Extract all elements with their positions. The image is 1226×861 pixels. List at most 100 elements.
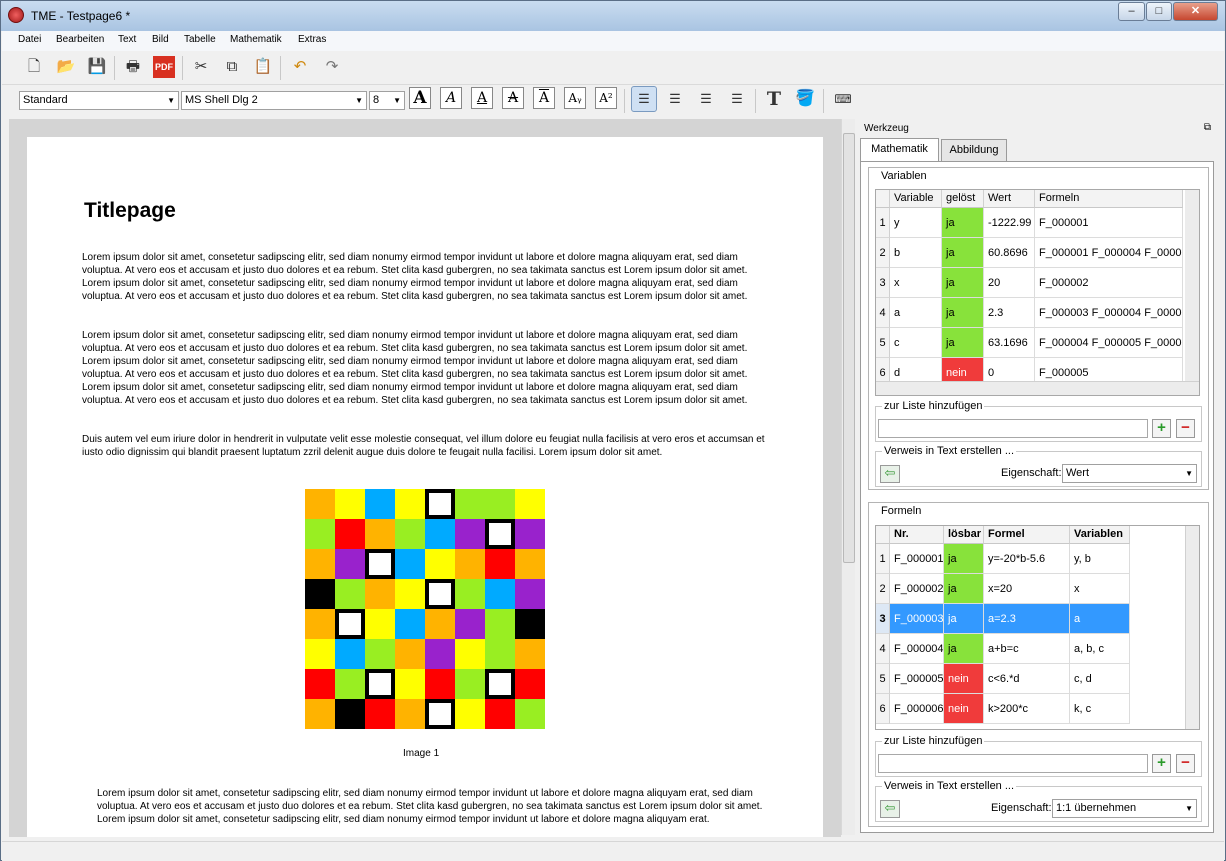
menu-text[interactable]: Text (118, 34, 136, 45)
tab-mathematik[interactable]: Mathematik (860, 138, 939, 162)
table-cell[interactable]: -1222.99 (984, 208, 1035, 238)
menu-bild[interactable]: Bild (152, 34, 169, 45)
table-cell[interactable]: F_000004 (890, 634, 944, 664)
align-center-button[interactable]: ☰ (662, 87, 688, 113)
table-cell[interactable]: y=-20*b-5.6 (984, 544, 1070, 574)
table-cell[interactable]: F_000002 (890, 574, 944, 604)
table-cell[interactable]: y (890, 208, 942, 238)
text-tool-button[interactable]: T (761, 87, 787, 113)
style-select[interactable]: Standard ▼ (19, 91, 179, 110)
document-scrollbar[interactable] (841, 119, 855, 835)
table-cell[interactable]: 20 (984, 268, 1035, 298)
table-cell[interactable]: c (890, 328, 942, 358)
row-header[interactable]: 4 (876, 298, 890, 328)
table-cell[interactable]: 60.8696 (984, 238, 1035, 268)
table-cell[interactable]: F_000005 (890, 664, 944, 694)
superscript-button[interactable]: A² (595, 87, 617, 109)
cut-icon[interactable]: ✂ (190, 56, 212, 78)
strikethrough-button[interactable]: A (502, 87, 524, 109)
table-scrollbar-h[interactable] (876, 381, 1199, 395)
table-cell[interactable]: ja (942, 298, 984, 328)
column-header[interactable]: Nr. (890, 526, 944, 544)
font-select[interactable]: MS Shell Dlg 2 ▼ (181, 91, 367, 110)
column-header[interactable]: Variablen (1070, 526, 1130, 544)
italic-button[interactable]: A (440, 87, 462, 109)
row-header[interactable]: 4 (876, 634, 890, 664)
align-right-button[interactable]: ☰ (693, 87, 719, 113)
column-header[interactable]: Formel (984, 526, 1070, 544)
row-header[interactable]: 3 (876, 268, 890, 298)
row-header[interactable]: 5 (876, 664, 890, 694)
table-cell[interactable]: x (1070, 574, 1130, 604)
table-cell[interactable]: ja (944, 634, 984, 664)
underline-button[interactable]: A (471, 87, 493, 109)
formulas-insert-ref-button[interactable]: ⇦ (880, 800, 900, 818)
formulas-remove-button[interactable]: − (1176, 754, 1195, 773)
font-size-select[interactable]: 8 ▼ (369, 91, 405, 110)
table-cell[interactable]: a (890, 298, 942, 328)
save-icon[interactable]: 💾 (86, 56, 108, 78)
formulas-prop-select[interactable]: 1:1 übernehmen ▼ (1052, 799, 1197, 818)
paste-icon[interactable]: 📋 (252, 56, 274, 78)
table-cell[interactable]: ja (942, 238, 984, 268)
table-cell[interactable]: F_000001 F_000004 F_000006 (1035, 238, 1183, 268)
table-cell[interactable]: F_000006 (890, 694, 944, 724)
row-header[interactable]: 1 (876, 544, 890, 574)
document-page[interactable]: Titlepage Lorem ipsum dolor sit amet, co… (27, 137, 823, 837)
align-justify-button[interactable]: ☰ (724, 87, 750, 113)
table-cell[interactable]: x (890, 268, 942, 298)
copy-icon[interactable]: ⧉ (221, 56, 243, 78)
table-cell[interactable]: F_000004 F_000005 F_000006 (1035, 328, 1183, 358)
scrollbar-thumb[interactable] (843, 133, 855, 563)
menu-extras[interactable]: Extras (298, 34, 326, 45)
table-scrollbar-v[interactable] (1185, 526, 1199, 729)
menu-mathematik[interactable]: Mathematik (230, 34, 282, 45)
variables-insert-ref-button[interactable]: ⇦ (880, 465, 900, 483)
table-cell[interactable]: ja (942, 328, 984, 358)
formulas-table[interactable]: Nr. lösbar Formel Variablen 1 F_000001 ja y=-20… (875, 525, 1200, 730)
menu-bearbeiten[interactable]: Bearbeiten (56, 34, 104, 45)
row-header[interactable]: 3 (876, 604, 890, 634)
variables-prop-select[interactable]: Wert ▼ (1062, 464, 1197, 483)
variables-add-input[interactable] (878, 419, 1148, 438)
row-header[interactable]: 2 (876, 574, 890, 604)
table-cell[interactable]: x=20 (984, 574, 1070, 604)
menu-datei[interactable]: Datei (18, 34, 41, 45)
table-cell[interactable]: ja (942, 268, 984, 298)
undo-icon[interactable]: ↶ (289, 56, 311, 78)
table-cell[interactable]: F_000001 (1035, 208, 1183, 238)
column-header[interactable]: Wert (984, 190, 1035, 208)
new-file-icon[interactable]: 🗋 (23, 56, 45, 78)
table-cell[interactable]: b (890, 238, 942, 268)
redo-icon[interactable]: ↷ (321, 56, 343, 78)
table-cell[interactable]: c, d (1070, 664, 1130, 694)
print-icon[interactable]: 🖶 (122, 56, 144, 78)
formulas-add-button[interactable]: + (1152, 754, 1171, 773)
row-header[interactable]: 2 (876, 238, 890, 268)
table-cell[interactable]: ja (944, 574, 984, 604)
row-header[interactable]: 6 (876, 694, 890, 724)
open-folder-icon[interactable]: 📂 (55, 56, 77, 78)
table-cell[interactable]: y, b (1070, 544, 1130, 574)
variables-table[interactable]: Variable gelöst Wert Formeln 1 y ja -1222.99 F_0… (875, 189, 1200, 396)
table-cell[interactable]: F_000003 F_000004 F_000006 (1035, 298, 1183, 328)
maximize-button[interactable]: □ (1146, 2, 1172, 21)
table-cell[interactable]: ja (944, 604, 984, 634)
table-cell[interactable]: F_000002 (1035, 268, 1183, 298)
table-cell[interactable]: a+b=c (984, 634, 1070, 664)
bold-button[interactable]: A (409, 87, 431, 109)
table-scrollbar-v[interactable] (1185, 190, 1199, 383)
column-header[interactable]: Formeln (1035, 190, 1183, 208)
table-cell[interactable]: a (1070, 604, 1130, 634)
column-header[interactable]: lösbar (944, 526, 984, 544)
tab-abbildung[interactable]: Abbildung (941, 139, 1007, 161)
row-header[interactable]: 5 (876, 328, 890, 358)
close-button[interactable]: ✕ (1173, 2, 1218, 21)
column-header[interactable]: Variable (890, 190, 942, 208)
pdf-icon[interactable]: PDF (153, 56, 175, 78)
table-cell[interactable]: a=2.3 (984, 604, 1070, 634)
variables-add-button[interactable]: + (1152, 419, 1171, 438)
undock-icon[interactable]: ⧉ (1204, 122, 1211, 133)
table-cell[interactable]: 63.1696 (984, 328, 1035, 358)
table-cell[interactable]: F_000001 (890, 544, 944, 574)
